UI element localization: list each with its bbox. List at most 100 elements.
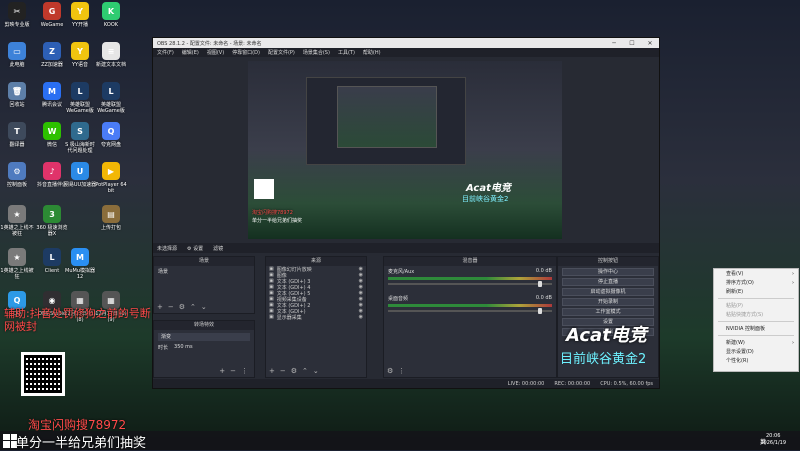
desktop-shortcut[interactable]: ★ 1英雄之上线不被狂: [0, 205, 34, 237]
control-button[interactable]: 停止直播: [562, 278, 654, 286]
desktop-shortcut[interactable]: L 英雄联盟WeGame版: [94, 82, 128, 114]
source-down-icon[interactable]: ⌄: [313, 367, 319, 375]
desktop-shortcut-label: 回收站: [9, 102, 25, 108]
kook-icon: K: [102, 2, 120, 20]
context-menu-label: NVIDIA 控制面板: [726, 326, 765, 332]
context-menu-label: 粘贴快捷方式(S): [726, 312, 764, 318]
control-button[interactable]: 操作中心: [562, 268, 654, 276]
source-settings-icon[interactable]: ⚙: [291, 367, 297, 375]
menu-separator: [718, 335, 794, 336]
control-button[interactable]: 启动虚拟摄像机: [562, 288, 654, 296]
mixer-more-icon[interactable]: ⋮: [398, 367, 405, 375]
mumu-icon: M: [71, 248, 89, 266]
context-menu-item[interactable]: 新建(W) ›: [714, 338, 798, 347]
desktop-shortcut-label: PotPlayer 64 bit: [95, 182, 127, 194]
context-menu-item[interactable]: 个性化(R): [714, 356, 798, 365]
channel-name: 桌面音频: [388, 296, 409, 302]
remove-source-icon[interactable]: −: [280, 367, 286, 375]
close-icon[interactable]: ✕: [641, 40, 659, 47]
desktop-shortcut[interactable]: Q 夸克网盘: [94, 122, 128, 148]
obs-menu-item[interactable]: 工具(T): [338, 49, 355, 56]
context-menu-item[interactable]: 查看(V) ›: [714, 269, 798, 278]
desktop-shortcut[interactable]: ≡ 新建文本文档: [94, 42, 128, 68]
desktop-shortcut[interactable]: U 网易UU加速器: [63, 162, 97, 188]
shortcut-icon: ★: [8, 205, 26, 223]
no-source-label: 未选择源: [157, 245, 178, 252]
obs-window-title: OBS 28.1.2 - 配置文件: 未命名 - 场景: 未命名: [157, 40, 262, 47]
desktop-shortcut[interactable]: ⚙ 控制面板: [0, 162, 34, 188]
volume-slider[interactable]: [388, 281, 552, 287]
volume-slider[interactable]: [388, 308, 552, 314]
desktop-shortcut-label: Client: [44, 268, 60, 274]
control-button[interactable]: 开始录制: [562, 298, 654, 306]
remove-icon[interactable]: −: [168, 303, 174, 311]
obs-menu-item[interactable]: 编辑(E): [182, 49, 199, 56]
control-button[interactable]: 工作室模式: [562, 308, 654, 316]
context-menu-item[interactable]: NVIDIA 控制面板: [714, 324, 798, 333]
volume-meter: [388, 304, 552, 307]
360-icon: 3: [43, 205, 61, 223]
maximize-icon[interactable]: ☐: [623, 40, 641, 47]
source-item[interactable]: ▣ 显示器采集 ◉: [266, 314, 366, 321]
desktop-shortcut[interactable]: M MuMu模拟器12: [63, 248, 97, 280]
desktop-context-menu[interactable]: 查看(V) › 排序方式(O) › 刷新(E) 粘贴(P) 粘贴快捷方式(S) NVIDIA …: [713, 268, 799, 372]
settings-tab[interactable]: ⚙ 设置: [187, 245, 203, 252]
context-menu-label: 粘贴(P): [726, 303, 743, 309]
doc-icon: S: [71, 122, 89, 140]
settings-icon[interactable]: ⚙: [179, 303, 185, 311]
move-down-icon[interactable]: ⌄: [201, 303, 207, 311]
overlay-acat-text: Acat电竞: [566, 325, 647, 346]
context-menu-item[interactable]: 排序方式(O) ›: [714, 278, 798, 287]
translator-icon: T: [8, 122, 26, 140]
desktop-shortcut[interactable]: 3 360 极速浏览器X: [35, 205, 69, 237]
start-button[interactable]: [3, 433, 17, 448]
desktop-shortcut[interactable]: ★ 1英雄之上线被狂: [0, 248, 34, 280]
obs-menu-item[interactable]: 场景集合(S): [303, 49, 330, 56]
context-menu-label: 个性化(R): [726, 358, 749, 364]
source-up-icon[interactable]: ⌃: [302, 367, 308, 375]
move-up-icon[interactable]: ⌃: [190, 303, 196, 311]
context-menu-item[interactable]: 刷新(E): [714, 287, 798, 296]
desktop-shortcut[interactable]: ✂ 剪映专业版: [0, 2, 34, 28]
obs-menu-item[interactable]: 视图(V): [207, 49, 224, 56]
filters-tab[interactable]: 滤镜: [213, 245, 223, 252]
add-icon[interactable]: +: [157, 303, 163, 311]
add-transition-icon[interactable]: +: [219, 367, 225, 375]
obs-menu-item[interactable]: 配置文件(P): [268, 49, 295, 56]
scene-item[interactable]: 场景: [154, 266, 254, 277]
desktop-shortcut[interactable]: T 翻译器: [0, 122, 34, 148]
minimize-icon[interactable]: ─: [605, 40, 623, 47]
more-icon[interactable]: ⋮: [241, 367, 248, 375]
visibility-icon[interactable]: ◉: [359, 314, 363, 320]
duration-input[interactable]: 350 ms: [174, 344, 193, 351]
text-doc-icon: ≡: [102, 42, 120, 60]
clock-time: 20:06: [765, 433, 781, 439]
uu-icon: U: [71, 162, 89, 180]
preview-qr-icon: [254, 179, 274, 199]
transition-select[interactable]: 渐变: [158, 333, 250, 341]
desktop-shortcut-label: 1英雄之上线被狂: [0, 268, 34, 280]
source-name: 显示器采集: [276, 314, 302, 321]
desktop-shortcut[interactable]: ▤ 上传打包: [94, 205, 128, 231]
desktop-shortcut[interactable]: ▭ 此电脑: [0, 42, 34, 68]
obs-menu-item[interactable]: 文件(F): [157, 49, 174, 56]
desktop-shortcut-label: 腾讯会议: [41, 102, 62, 108]
menu-separator: [718, 298, 794, 299]
context-menu-item[interactable]: 显示设置(D): [714, 347, 798, 356]
desktop-shortcut[interactable]: K KOOK: [94, 2, 128, 28]
obs-preview[interactable]: Acat电竞 目前峡谷黄金2 淘宝闪购搜78972 单分一半给兄弟们抽奖: [248, 61, 562, 239]
desktop-shortcut[interactable]: L 英雄联盟WeGame版: [63, 82, 97, 114]
remove-transition-icon[interactable]: −: [230, 367, 236, 375]
obs-menu-item[interactable]: 停靠窗口(D): [232, 49, 260, 56]
desktop-shortcut-label: 控制面板: [6, 182, 27, 188]
desktop-shortcut[interactable]: 🗑 回收站: [0, 82, 34, 108]
desktop-shortcut[interactable]: Y YY语音: [63, 42, 97, 68]
desktop-shortcut[interactable]: Y YY开播: [63, 2, 97, 28]
obs-title-bar[interactable]: OBS 28.1.2 - 配置文件: 未命名 - 场景: 未命名 ─ ☐ ✕: [153, 38, 659, 48]
desktop-shortcut[interactable]: ▶ PotPlayer 64 bit: [94, 162, 128, 194]
desktop-shortcut[interactable]: S S 极山海新时代问题处理: [63, 122, 97, 154]
mixer-settings-icon[interactable]: ⚙: [387, 367, 393, 375]
add-source-icon[interactable]: +: [269, 367, 275, 375]
obs-menu-item[interactable]: 帮助(H): [363, 49, 381, 56]
taskbar-clock[interactable]: 20:06 2026/1/19: [760, 433, 786, 447]
